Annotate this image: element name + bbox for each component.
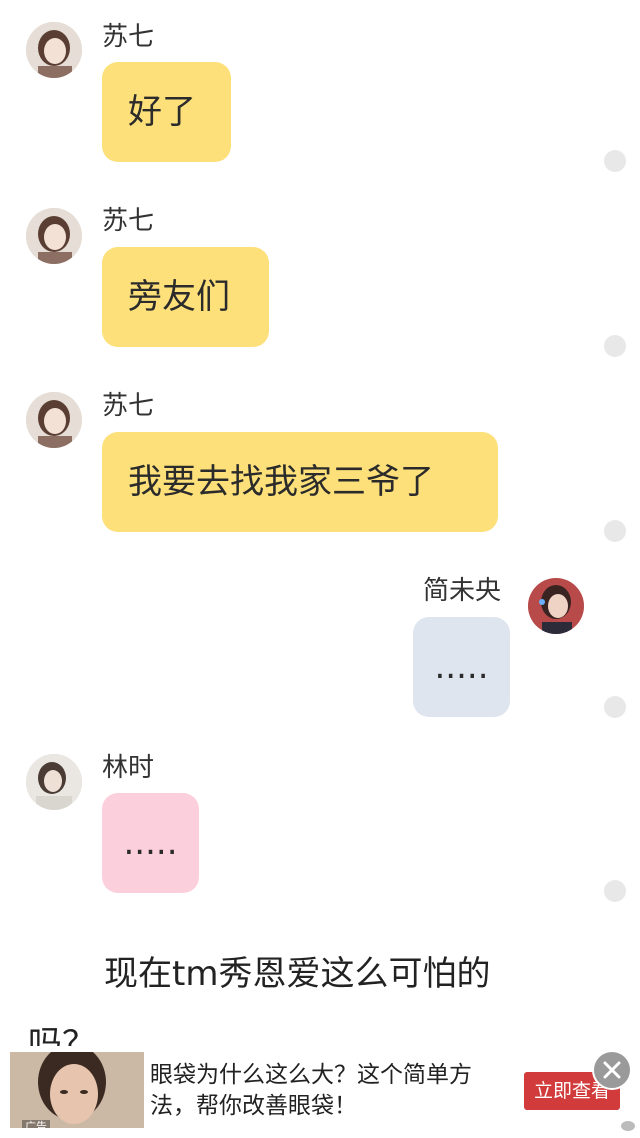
avatar-jianweiyang[interactable] [528, 578, 584, 634]
message-status-dot [604, 335, 626, 357]
message-bubble[interactable]: ..... [102, 793, 199, 893]
avatar-image-icon [26, 22, 82, 78]
message-status-dot [604, 880, 626, 902]
sender-name: 苏七 [102, 22, 155, 52]
avatar-suqi[interactable] [26, 22, 82, 78]
ad-text[interactable]: 眼袋为什么这么大？这个简单方法，帮你改善眼袋！ [150, 1060, 510, 1122]
message-bubble[interactable]: 我要去找我家三爷了 [102, 432, 498, 532]
narration-text: 现在tm秀恩爱这么可怕的 [104, 954, 491, 994]
message-bubble[interactable]: ..... [413, 617, 510, 717]
avatar-image-icon [26, 754, 82, 810]
sender-name: 简未央 [423, 576, 502, 606]
ad-close-button[interactable] [592, 1050, 632, 1090]
message-status-dot [604, 696, 626, 718]
message-status-dot [604, 520, 626, 542]
sender-name: 林时 [102, 753, 155, 783]
avatar-suqi[interactable] [26, 208, 82, 264]
sender-name: 苏七 [102, 206, 155, 236]
message-bubble[interactable]: 好了 [102, 62, 231, 162]
close-icon [603, 1061, 621, 1079]
ad-logo-icon [621, 1121, 635, 1131]
ad-tag: 广告 [22, 1120, 50, 1128]
avatar-image-icon [26, 208, 82, 264]
ad-banner[interactable]: 广告 眼袋为什么这么大？这个简单方法，帮你改善眼袋！ 立即查看 [0, 1046, 640, 1138]
avatar-linshi[interactable] [26, 754, 82, 810]
message-status-dot [604, 150, 626, 172]
avatar-image-icon [528, 578, 584, 634]
ad-image[interactable]: 广告 [10, 1052, 144, 1128]
message-bubble[interactable]: 旁友们 [102, 247, 269, 347]
avatar-image-icon [26, 392, 82, 448]
ad-face-icon [10, 1052, 144, 1128]
avatar-suqi[interactable] [26, 392, 82, 448]
sender-name: 苏七 [102, 391, 155, 421]
